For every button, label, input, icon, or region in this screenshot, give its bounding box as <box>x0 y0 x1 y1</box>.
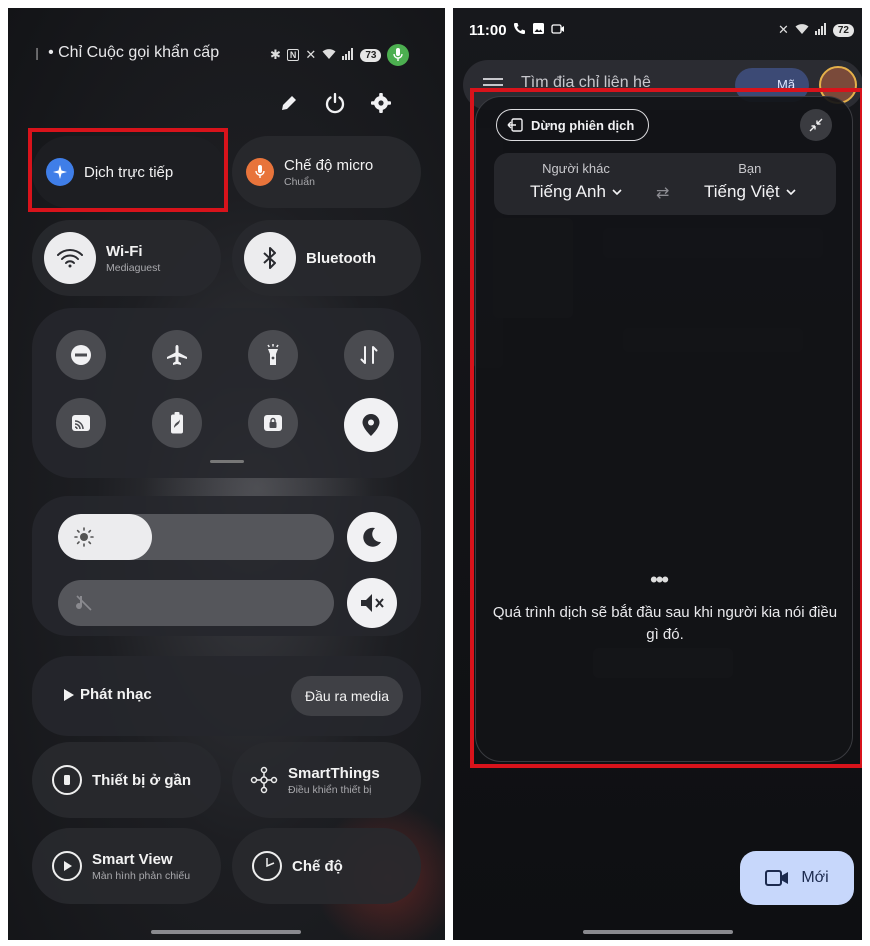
nearby-devices-icon <box>52 765 82 795</box>
volume-slider[interactable] <box>58 580 334 626</box>
smartthings-tile[interactable]: SmartThings Điều khiển thiết bị <box>232 742 421 818</box>
volume-muted-icon <box>74 593 94 618</box>
smartthings-subtitle: Điều khiển thiết bị <box>288 783 372 796</box>
brightness-icon <box>74 527 94 552</box>
brightness-fill <box>58 514 152 560</box>
cell-signal-icon <box>342 47 354 63</box>
phone-app-screen: 11:00 ✕ 72 Tìm địa chỉ liên hệ Mã Dừng p… <box>453 8 862 940</box>
wifi-network-name: Mediaguest <box>106 261 161 274</box>
quick-settings-actions <box>278 92 392 114</box>
mode-label: Chế độ <box>292 857 343 875</box>
signal-icon: ❘ <box>32 46 43 60</box>
battery-icon: 73 <box>360 48 382 62</box>
power-saving-toggle[interactable] <box>152 398 202 448</box>
mute-icon: ✕ <box>305 47 317 62</box>
secure-folder-toggle[interactable] <box>248 398 298 448</box>
mobile-data-toggle[interactable] <box>344 330 394 380</box>
smart-view-tile[interactable]: Smart View Màn hình phản chiếu <box>32 828 221 904</box>
wifi-icon <box>44 232 96 284</box>
sound-mode-button[interactable] <box>347 578 397 628</box>
mute-icon: ✕ <box>777 22 789 37</box>
home-indicator[interactable] <box>151 930 301 934</box>
flashlight-toggle[interactable] <box>248 330 298 380</box>
wifi-status-icon <box>322 48 336 63</box>
bluetooth-icon <box>244 232 296 284</box>
status-bar-right: ✕ 72 <box>778 22 854 38</box>
wifi-status-icon <box>795 23 809 38</box>
mic-in-use-icon <box>387 44 410 66</box>
cell-signal-icon <box>814 22 827 38</box>
gallery-icon <box>532 22 545 39</box>
new-call-label: Mới <box>801 869 829 886</box>
mode-tile[interactable]: Chế độ <box>232 828 421 904</box>
mode-icon <box>252 851 282 881</box>
do-not-disturb-toggle[interactable] <box>56 330 106 380</box>
status-bar-left: ❘ • Chỉ Cuộc gọi khẩn cấp <box>32 44 219 62</box>
play-music-button[interactable]: Phát nhạc <box>64 686 152 703</box>
status-bar-left: 11:00 <box>469 22 565 39</box>
nfc-icon: N <box>286 49 300 61</box>
new-call-button[interactable]: Mới <box>740 851 854 905</box>
bluetooth-tile[interactable]: Bluetooth <box>232 220 421 296</box>
smartthings-icon <box>250 766 278 794</box>
nearby-devices-label: Thiết bị ở gần <box>92 771 191 789</box>
wifi-tile[interactable]: Wi-Fi Mediaguest <box>32 220 221 296</box>
airplane-mode-toggle[interactable] <box>152 330 202 380</box>
clock: 11:00 <box>469 22 507 39</box>
highlight-box-overlay <box>470 88 862 768</box>
smart-view-title: Smart View <box>92 850 173 868</box>
home-indicator[interactable] <box>583 930 733 934</box>
video-call-icon <box>765 870 789 886</box>
gear-icon[interactable] <box>370 92 392 114</box>
play-music-label: Phát nhạc <box>80 686 152 703</box>
slider-panel <box>32 496 421 636</box>
call-icon <box>513 22 526 39</box>
bluetooth-status-icon: ✱ <box>270 47 281 62</box>
power-icon[interactable] <box>324 92 346 114</box>
video-status-icon <box>550 22 565 39</box>
media-output-button[interactable]: Đầu ra media <box>290 676 403 716</box>
cast-toggle[interactable] <box>56 398 106 448</box>
smart-view-icon <box>52 851 82 881</box>
mic-mode-subtitle: Chuẩn <box>284 175 315 188</box>
quick-settings-panel: ❘ • Chỉ Cuộc gọi khẩn cấp ✱ N ✕ 73 Dịch … <box>8 8 445 940</box>
mic-mode-tile[interactable]: Chế độ micro Chuẩn <box>232 136 421 208</box>
status-bar-icons: ✱ N ✕ 73 <box>270 44 410 66</box>
media-output-label: Đầu ra media <box>304 688 389 704</box>
nearby-devices-tile[interactable]: Thiết bị ở gần <box>32 742 221 818</box>
brightness-slider[interactable] <box>58 514 334 560</box>
mic-mode-title: Chế độ micro <box>284 156 374 174</box>
highlight-box-live-translate <box>28 128 228 212</box>
smart-view-subtitle: Màn hình phản chiếu <box>92 869 191 882</box>
edit-icon[interactable] <box>278 92 300 114</box>
toggle-grid <box>32 308 421 478</box>
expand-handle[interactable] <box>210 460 244 463</box>
bluetooth-title: Bluetooth <box>306 249 376 267</box>
location-toggle[interactable] <box>344 398 398 452</box>
wifi-title: Wi-Fi <box>106 242 143 260</box>
play-icon <box>64 688 74 701</box>
carrier-text: • Chỉ Cuộc gọi khẩn cấp <box>48 44 220 61</box>
battery-icon: 72 <box>832 23 854 37</box>
smartthings-title: SmartThings <box>288 764 380 782</box>
mic-mode-icon <box>246 158 274 186</box>
dark-mode-button[interactable] <box>347 512 397 562</box>
media-panel: Phát nhạc Đầu ra media <box>32 656 421 736</box>
